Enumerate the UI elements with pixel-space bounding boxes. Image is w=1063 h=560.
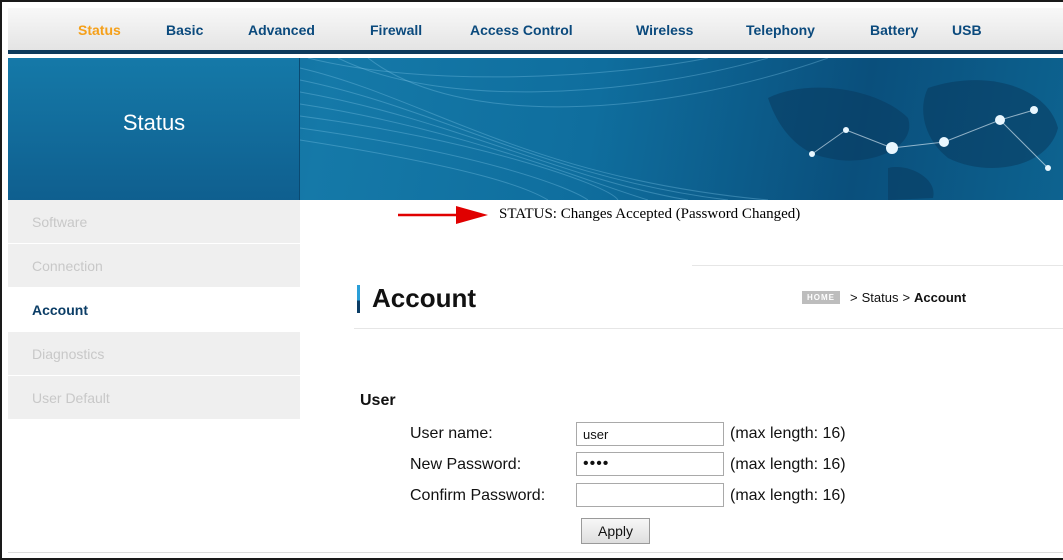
breadcrumb-current: Account — [914, 290, 967, 305]
sidebar-item-label: Connection — [32, 258, 103, 274]
new-password-hint: (max length: 16) — [730, 456, 846, 473]
sidebar-item-label: Diagnostics — [32, 346, 105, 362]
confirm-password-label: Confirm Password: — [410, 487, 546, 504]
page-frame: Status Basic Advanced Firewall Access Co… — [0, 0, 1063, 560]
sidebar-item-software[interactable]: Software — [8, 200, 300, 244]
nav-access-control[interactable]: Access Control — [470, 22, 573, 38]
nav-wireless[interactable]: Wireless — [636, 22, 693, 38]
sidebar: Software Connection Account Diagnostics … — [8, 200, 300, 422]
section-title-box: Status — [8, 58, 300, 200]
confirm-password-hint: (max length: 16) — [730, 487, 846, 504]
section-title: Status — [122, 110, 186, 135]
annotation-arrow-icon — [398, 206, 488, 224]
page-title: Account — [372, 283, 476, 313]
username-hint: (max length: 16) — [730, 425, 846, 442]
divider — [8, 552, 1063, 553]
nav-usb[interactable]: USB — [952, 22, 982, 38]
sidebar-item-user-default[interactable]: User Default — [8, 376, 300, 420]
status-message: STATUS: Changes Accepted (Password Chang… — [499, 206, 801, 222]
nav-advanced[interactable]: Advanced — [248, 22, 315, 38]
sidebar-item-diagnostics[interactable]: Diagnostics — [8, 332, 300, 376]
new-password-field[interactable]: •••• — [576, 452, 724, 476]
sidebar-item-connection[interactable]: Connection — [8, 244, 300, 288]
new-password-label: New Password: — [410, 456, 522, 473]
home-icon[interactable]: HOME — [802, 291, 840, 304]
header-banner: Status — [8, 58, 1063, 200]
sidebar-item-account[interactable]: Account — [8, 288, 300, 332]
breadcrumb-parent[interactable]: Status — [862, 290, 899, 305]
nav-status[interactable]: Status — [78, 22, 121, 38]
breadcrumb: HOME > Status > Account — [802, 290, 966, 305]
sidebar-item-label: Account — [32, 302, 88, 318]
breadcrumb-separator: > — [902, 290, 911, 305]
confirm-password-field[interactable] — [576, 483, 724, 507]
title-accent-bar — [357, 285, 360, 313]
nav-telephony[interactable]: Telephony — [746, 22, 815, 38]
sidebar-item-label: User Default — [32, 390, 110, 406]
divider — [692, 265, 1063, 266]
apply-button[interactable]: Apply — [581, 518, 650, 544]
username-field[interactable] — [576, 422, 724, 446]
nav-firewall[interactable]: Firewall — [370, 22, 422, 38]
nav-battery[interactable]: Battery — [870, 22, 918, 38]
divider — [354, 328, 1063, 329]
user-section-label: User — [360, 392, 396, 409]
username-label: User name: — [410, 425, 493, 442]
top-nav: Status Basic Advanced Firewall Access Co… — [8, 8, 1063, 54]
sidebar-item-label: Software — [32, 214, 88, 230]
nav-basic[interactable]: Basic — [166, 22, 203, 38]
breadcrumb-separator: > — [850, 290, 858, 305]
